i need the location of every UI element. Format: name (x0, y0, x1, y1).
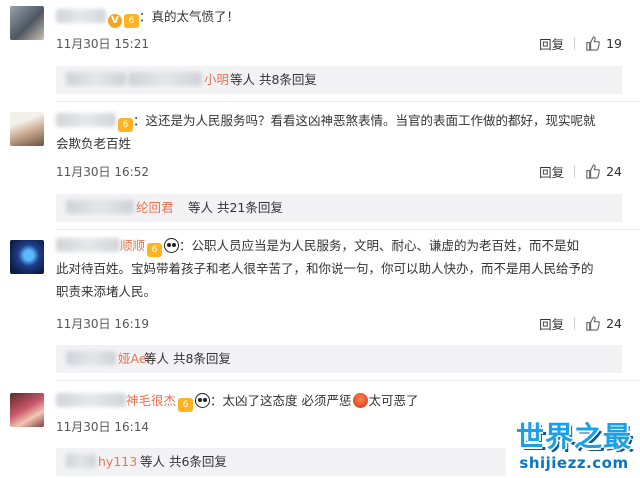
divider (574, 165, 576, 178)
level-badge-icon: 6 (124, 14, 139, 28)
subreply-user[interactable]: 小明 (204, 66, 229, 94)
comment-divider (56, 101, 640, 102)
verified-badge-icon: V (108, 14, 122, 28)
subreply-hint (66, 66, 202, 94)
comment-text: 顺顺 6 ：公职人员应当是为人民服务，文明、耐心、谦虚的为老百姓，而不是如 (56, 235, 579, 257)
timestamp: 11月30日 15:21 (56, 37, 149, 51)
avatar[interactable] (10, 240, 44, 274)
subreply-summary[interactable]: 等人 共21条回复 (188, 194, 283, 222)
angry-emoji-icon (352, 393, 368, 408)
thumbs-up-icon (586, 316, 600, 331)
comment-text: 6 ：这还是为人民服务吗？看看这凶神恶煞表情。当官的表面工作做的都好，现实呢就 (56, 110, 596, 132)
comment-actions: 回复 24 (539, 162, 622, 181)
reply-button[interactable]: 回复 (539, 162, 564, 181)
comment-text-continued: 会欺负老百姓 (56, 136, 132, 151)
like-button[interactable]: 24 (585, 164, 622, 179)
subreply-hint (66, 194, 134, 222)
divider (574, 37, 576, 50)
reply-button[interactable]: 回复 (539, 34, 564, 53)
thumbs-up-icon (586, 36, 600, 51)
subreply-user[interactable]: 纶回君 (136, 194, 174, 222)
watermark-url: shijiezz.com (519, 454, 629, 472)
like-button[interactable]: 19 (585, 36, 622, 51)
subreply-summary[interactable]: 等人 共8条回复 (144, 345, 231, 373)
subreplies-box[interactable]: 娅Aer 等人 共8条回复 (56, 345, 622, 373)
timestamp: 11月30日 16:19 (56, 317, 149, 331)
level-badge-icon: 6 (178, 398, 194, 412)
avatar[interactable] (10, 6, 44, 40)
comment-text-continued: 此对待百姓。宝妈带着孩子和老人很辛苦了，和你说一句，你可以助人快办，而不是用人民… (56, 261, 594, 276)
timestamp: 11月30日 16:52 (56, 165, 149, 179)
level-badge-icon: 6 (118, 118, 133, 132)
comment-text: 神毛很杰 6 ：太凶了这态度 必须严惩 太可恶了 (56, 390, 419, 412)
comment-text: V 6 ：真的太气愤了！ (56, 6, 239, 28)
subreply-hint (66, 345, 116, 373)
comment-actions: 回复 24 (539, 314, 622, 333)
username-blurred[interactable] (56, 113, 116, 127)
username-suffix[interactable]: 神毛很杰 (126, 393, 176, 408)
panda-emoji-icon (195, 393, 211, 408)
like-count: 19 (606, 36, 622, 51)
subreplies-box[interactable]: 小明 等人 共8条回复 (56, 66, 622, 94)
comment-text-continued: 职责来添堵人民。 (56, 284, 157, 299)
divider (574, 317, 576, 330)
panda-emoji-icon (164, 238, 180, 253)
timestamp: 11月30日 16:14 (56, 420, 149, 434)
subreplies-box[interactable]: hy113 等人 共6条回复 (56, 448, 506, 476)
thumbs-up-icon (586, 164, 600, 179)
site-watermark: 世界之最 shijiezz.com (512, 420, 636, 472)
subreply-user[interactable]: hy113 (98, 448, 137, 476)
comment-actions: 回复 19 (539, 34, 622, 53)
subreply-summary[interactable]: 等人 共6条回复 (140, 448, 227, 476)
username-blurred[interactable] (56, 9, 106, 23)
avatar[interactable] (10, 393, 44, 427)
username-suffix[interactable]: 顺顺 (120, 238, 145, 253)
level-badge-icon: 6 (147, 243, 163, 257)
subreply-hint (66, 448, 96, 476)
subreplies-box[interactable]: 纶回君 等人 共21条回复 (56, 194, 622, 222)
subreply-summary[interactable]: 等人 共8条回复 (230, 66, 317, 94)
reply-button[interactable]: 回复 (539, 314, 564, 333)
username-blurred[interactable] (56, 238, 120, 252)
comment-divider (56, 229, 640, 230)
like-count: 24 (606, 316, 622, 331)
avatar[interactable] (10, 112, 44, 146)
watermark-title: 世界之最 (515, 420, 632, 453)
comment-divider (56, 380, 640, 381)
like-count: 24 (606, 164, 622, 179)
username-blurred[interactable] (56, 393, 126, 407)
like-button[interactable]: 24 (585, 316, 622, 331)
